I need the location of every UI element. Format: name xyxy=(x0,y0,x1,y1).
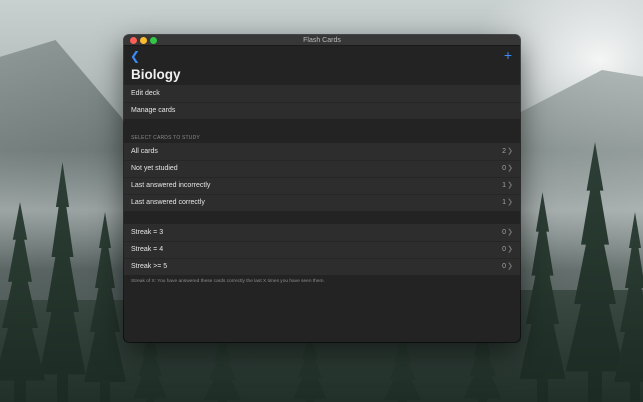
row-label: Last answered incorrectly xyxy=(131,182,211,189)
page-title: Biology xyxy=(131,67,181,82)
chevron-right-icon: ❯ xyxy=(507,148,513,155)
row-label: All cards xyxy=(131,148,158,155)
row-label: Not yet studied xyxy=(131,165,178,172)
card-count: 0 xyxy=(502,229,506,236)
add-button[interactable]: + xyxy=(501,48,515,62)
chevron-right-icon: ❯ xyxy=(507,182,513,189)
streak-footnote: Streak of X: You have answered these car… xyxy=(131,279,325,284)
tree xyxy=(203,332,242,402)
card-count: 2 xyxy=(502,148,506,155)
streak-5-plus-row[interactable]: Streak >= 5 0 ❯ xyxy=(124,258,520,275)
navigation-bar: ❮ + xyxy=(124,46,520,65)
streak-4-row[interactable]: Streak = 4 0 ❯ xyxy=(124,241,520,258)
edit-deck-row[interactable]: Edit deck xyxy=(124,85,520,102)
streak-3-row[interactable]: Streak = 3 0 ❯ xyxy=(124,224,520,241)
deck-actions-list: Edit deck Manage cards xyxy=(124,85,520,119)
section-header: SELECT CARDS TO STUDY xyxy=(131,135,200,141)
row-label: Streak >= 5 xyxy=(131,263,168,270)
title-bar[interactable]: Flash Cards xyxy=(124,35,520,46)
chevron-right-icon: ❯ xyxy=(507,229,513,236)
not-yet-studied-row[interactable]: Not yet studied 0 ❯ xyxy=(124,160,520,177)
chevron-right-icon: ❯ xyxy=(507,246,513,253)
row-label: Streak = 3 xyxy=(131,229,164,236)
card-count: 1 xyxy=(502,182,506,189)
chevron-left-icon: ❮ xyxy=(129,49,141,63)
study-options-list: All cards 2 ❯ Not yet studied 0 ❯ Last a… xyxy=(124,143,520,211)
chevron-right-icon: ❯ xyxy=(507,199,513,206)
back-button[interactable]: ❮ xyxy=(128,49,142,63)
card-count: 0 xyxy=(502,165,506,172)
last-answered-correctly-row[interactable]: Last answered correctly 1 ❯ xyxy=(124,194,520,211)
row-label: Last answered correctly xyxy=(131,199,205,206)
row-label: Manage cards xyxy=(131,107,176,114)
chevron-right-icon: ❯ xyxy=(507,165,513,172)
card-count: 0 xyxy=(502,246,506,253)
row-label: Edit deck xyxy=(131,90,160,97)
chevron-right-icon: ❯ xyxy=(507,263,513,270)
row-label: Streak = 4 xyxy=(131,246,164,253)
card-count: 0 xyxy=(502,263,506,270)
card-count: 1 xyxy=(502,199,506,206)
plus-icon: + xyxy=(503,47,513,63)
streak-options-list: Streak = 3 0 ❯ Streak = 4 0 ❯ Streak >= … xyxy=(124,224,520,275)
all-cards-row[interactable]: All cards 2 ❯ xyxy=(124,143,520,160)
app-window: Flash Cards ❮ + Biology Edit deck Manage… xyxy=(124,35,520,342)
window-title: Flash Cards xyxy=(303,37,341,44)
last-answered-incorrectly-row[interactable]: Last answered incorrectly 1 ❯ xyxy=(124,177,520,194)
tree xyxy=(383,332,422,402)
manage-cards-row[interactable]: Manage cards xyxy=(124,102,520,119)
